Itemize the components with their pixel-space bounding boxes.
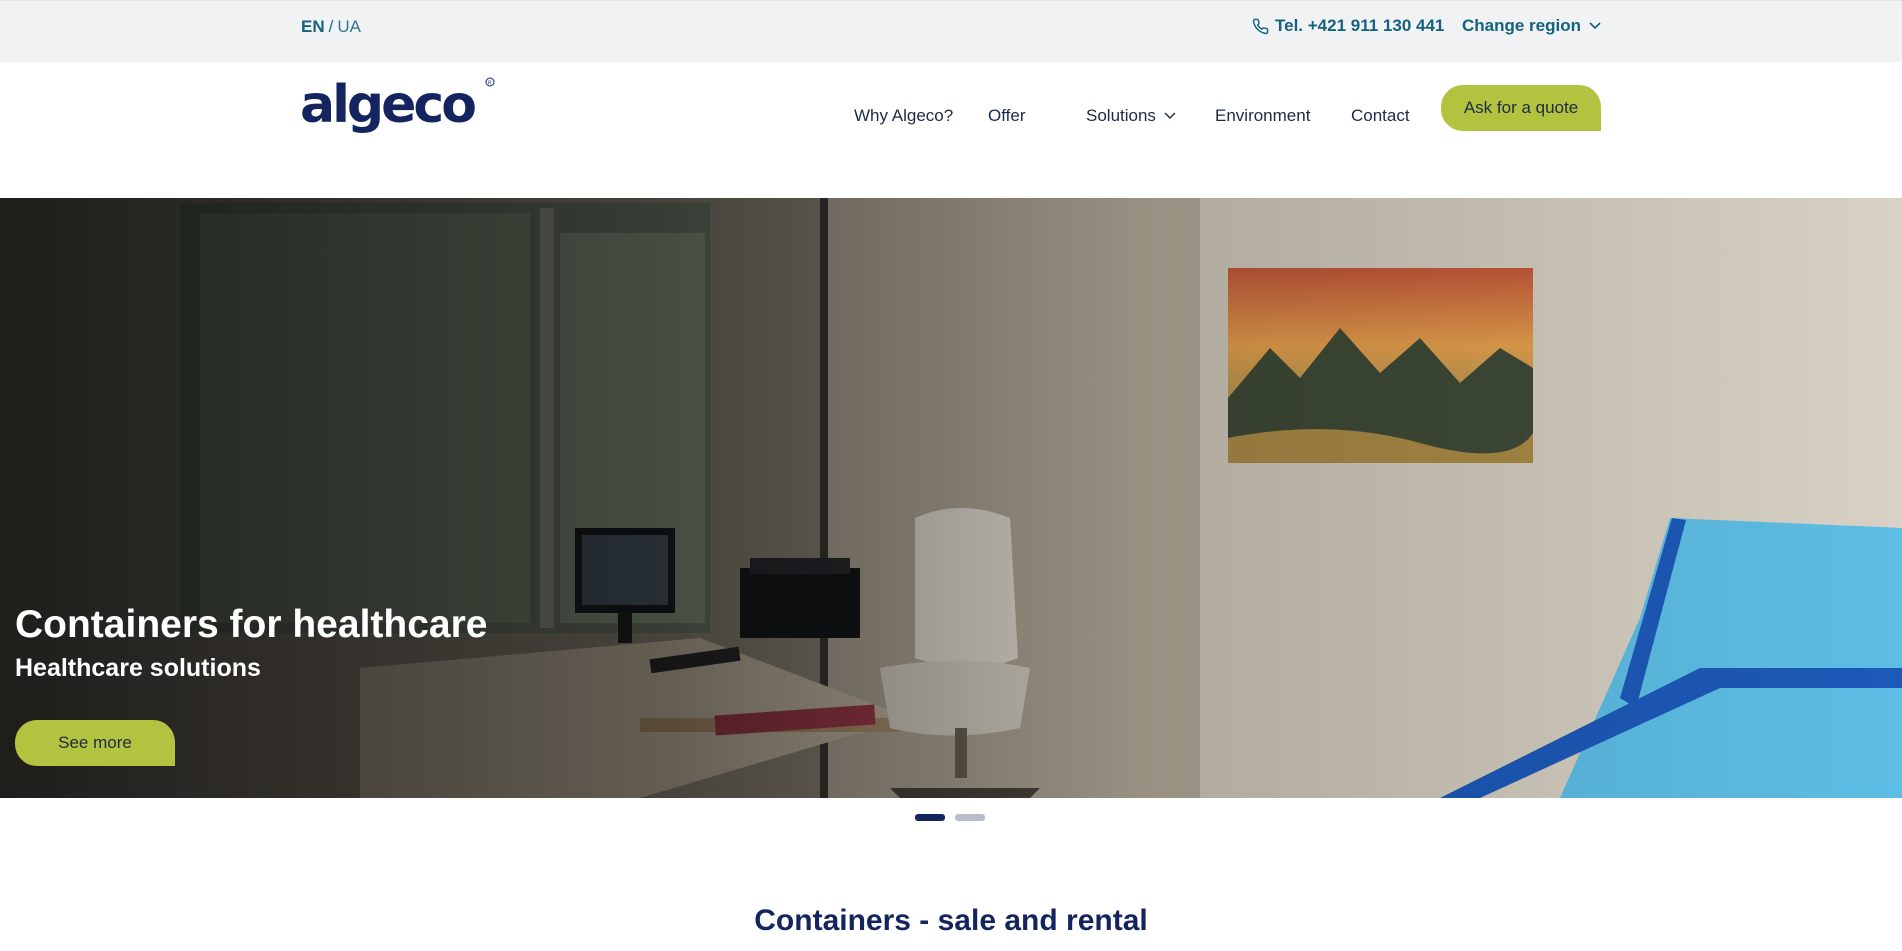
- ask-for-quote-button[interactable]: Ask for a quote: [1441, 85, 1601, 131]
- slider-pagination: [915, 814, 985, 821]
- nav-contact[interactable]: Contact: [1351, 106, 1410, 126]
- nav-solutions-label: Solutions: [1086, 106, 1156, 125]
- change-region-dropdown[interactable]: Change region: [1462, 16, 1601, 36]
- slider-dot-1[interactable]: [915, 814, 945, 821]
- language-separator: /: [328, 17, 334, 36]
- chevron-down-icon: [1164, 112, 1176, 119]
- nav-solutions[interactable]: Solutions: [1086, 106, 1176, 126]
- change-region-label: Change region: [1462, 16, 1582, 35]
- nav-environment[interactable]: Environment: [1215, 106, 1310, 126]
- hero-image: [0, 198, 1902, 798]
- phone-link[interactable]: Tel. +421 911 130 441: [1252, 16, 1444, 36]
- hero-subtitle: Healthcare solutions: [15, 654, 261, 682]
- see-more-button[interactable]: See more: [15, 720, 175, 766]
- hero-slider: Containers for healthcare Healthcare sol…: [0, 198, 1902, 798]
- phone-number: Tel. +421 911 130 441: [1275, 16, 1445, 35]
- phone-icon: [1252, 18, 1269, 34]
- nav-why-algeco[interactable]: Why Algeco?: [854, 106, 953, 126]
- language-en[interactable]: EN: [301, 17, 325, 36]
- language-switcher: EN / UA: [301, 17, 361, 37]
- nav-offer[interactable]: Offer: [988, 106, 1025, 126]
- language-ua[interactable]: UA: [337, 17, 361, 36]
- section-title: Containers - sale and rental: [754, 904, 1148, 937]
- main-header: algeco R Why Algeco? Offer Solutions Env…: [0, 62, 1902, 198]
- top-utility-bar: EN / UA Tel. +421 911 130 441 Change regio…: [0, 0, 1902, 62]
- main-navigation: Why Algeco? Offer Solutions Environment …: [0, 106, 1902, 130]
- chevron-down-icon: [1589, 22, 1601, 30]
- svg-text:R: R: [488, 81, 492, 87]
- slider-dot-2[interactable]: [955, 814, 985, 821]
- hero-title: Containers for healthcare: [15, 603, 488, 646]
